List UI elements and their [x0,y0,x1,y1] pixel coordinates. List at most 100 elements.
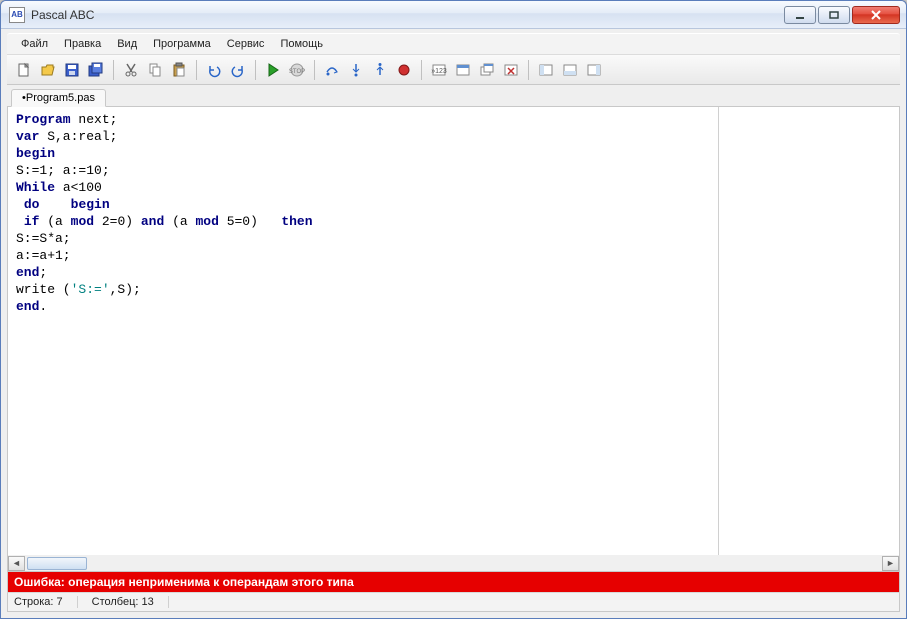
status-bar: Строка: 7 Столбец: 13 [7,592,900,612]
code-line[interactable]: a:=a+1; [16,247,710,264]
goto-line-button[interactable]: »123 [428,59,450,81]
code-token: write ( [16,282,71,297]
scroll-right-button[interactable]: ► [882,556,899,571]
save-icon [64,62,80,78]
step-into-button[interactable] [345,59,367,81]
app-window: AB Pascal ABC Файл Правка Вид Программа … [0,0,907,619]
menu-edit[interactable]: Правка [56,36,109,52]
code-line[interactable]: begin [16,145,710,162]
tabbar: •Program5.pas [7,85,900,107]
code-line[interactable]: S:=1; a:=10; [16,162,710,179]
code-line[interactable]: if (a mod 2=0) and (a mod 5=0) then [16,213,710,230]
horizontal-scrollbar[interactable]: ◄ ► [7,555,900,572]
open-file-button[interactable] [37,59,59,81]
step-over-button[interactable] [321,59,343,81]
redo-icon [230,62,246,78]
code-token: S:=1; a:=10; [16,163,110,178]
menu-file[interactable]: Файл [13,36,56,52]
menu-program[interactable]: Программа [145,36,219,52]
keyword-token: Program [16,112,71,127]
maximize-button[interactable] [818,6,850,24]
keyword-token: begin [71,197,110,212]
undo-icon [206,62,222,78]
status-column: Столбец: 13 [92,596,169,608]
save-all-icon [88,62,104,78]
maximize-icon [829,11,839,19]
scroll-track[interactable] [25,556,882,571]
step-over-icon [324,62,340,78]
window-icon [455,62,471,78]
view1-button[interactable] [535,59,557,81]
menubar: Файл Правка Вид Программа Сервис Помощь [7,33,900,55]
minimize-button[interactable] [784,6,816,24]
keyword-token: and [141,214,164,229]
titlebar[interactable]: AB Pascal ABC [1,1,906,29]
code-token: . [39,299,47,314]
menu-help[interactable]: Помощь [272,36,331,52]
stop-button[interactable]: STOP [286,59,308,81]
save-button[interactable] [61,59,83,81]
scroll-thumb[interactable] [27,557,87,570]
view2-button[interactable] [559,59,581,81]
app-icon: AB [9,7,25,23]
code-line[interactable]: Program next; [16,111,710,128]
keyword-token: then [281,214,312,229]
code-line[interactable]: end; [16,264,710,281]
save-all-button[interactable] [85,59,107,81]
stop-icon: STOP [289,62,305,78]
status-line-value: 7 [57,596,63,608]
code-line[interactable]: end. [16,298,710,315]
keyword-token: if [24,214,40,229]
close-window-button[interactable] [500,59,522,81]
code-line[interactable]: do begin [16,196,710,213]
status-col-value: 13 [142,596,154,608]
view3-icon [586,62,602,78]
editor-area: Program next;var S,a:real;beginS:=1; a:=… [7,107,900,555]
code-line[interactable]: write ('S:=',S); [16,281,710,298]
undo-button[interactable] [203,59,225,81]
status-line-label: Строка: [14,596,53,608]
step-out-button[interactable] [369,59,391,81]
tab-active[interactable]: •Program5.pas [11,89,106,107]
toolbar-separator [528,60,529,80]
keyword-token: While [16,180,55,195]
keyword-token: end [16,299,39,314]
code-token [16,214,24,229]
code-token: a:=a+1; [16,248,71,263]
window-button[interactable] [452,59,474,81]
copy-button[interactable] [144,59,166,81]
code-token [16,197,24,212]
scroll-left-button[interactable]: ◄ [8,556,25,571]
copy-icon [147,62,163,78]
side-panel [719,107,899,555]
code-line[interactable]: While a<100 [16,179,710,196]
window-title: Pascal ABC [31,8,782,22]
view2-icon [562,62,578,78]
code-editor[interactable]: Program next;var S,a:real;beginS:=1; a:=… [8,107,719,555]
code-token: next; [71,112,118,127]
cut-button[interactable] [120,59,142,81]
breakpoint-button[interactable] [393,59,415,81]
redo-button[interactable] [227,59,249,81]
paste-button[interactable] [168,59,190,81]
code-line[interactable]: S:=S*a; [16,230,710,247]
goto-line-icon: »123 [431,62,447,78]
code-token: ,S); [110,282,141,297]
new-file-button[interactable] [13,59,35,81]
new-file-icon [16,62,32,78]
toolbar-separator [196,60,197,80]
close-button[interactable] [852,6,900,24]
run-button[interactable] [262,59,284,81]
svg-text:STOP: STOP [289,69,305,75]
menu-view[interactable]: Вид [109,36,145,52]
menu-service[interactable]: Сервис [219,36,273,52]
code-token [39,197,70,212]
windows-button[interactable] [476,59,498,81]
keyword-token: end [16,265,39,280]
status-col-label: Столбец: [92,596,139,608]
view3-button[interactable] [583,59,605,81]
code-line[interactable]: var S,a:real; [16,128,710,145]
status-line: Строка: 7 [14,596,78,608]
code-token: a<100 [55,180,102,195]
code-token: 2=0) [94,214,141,229]
